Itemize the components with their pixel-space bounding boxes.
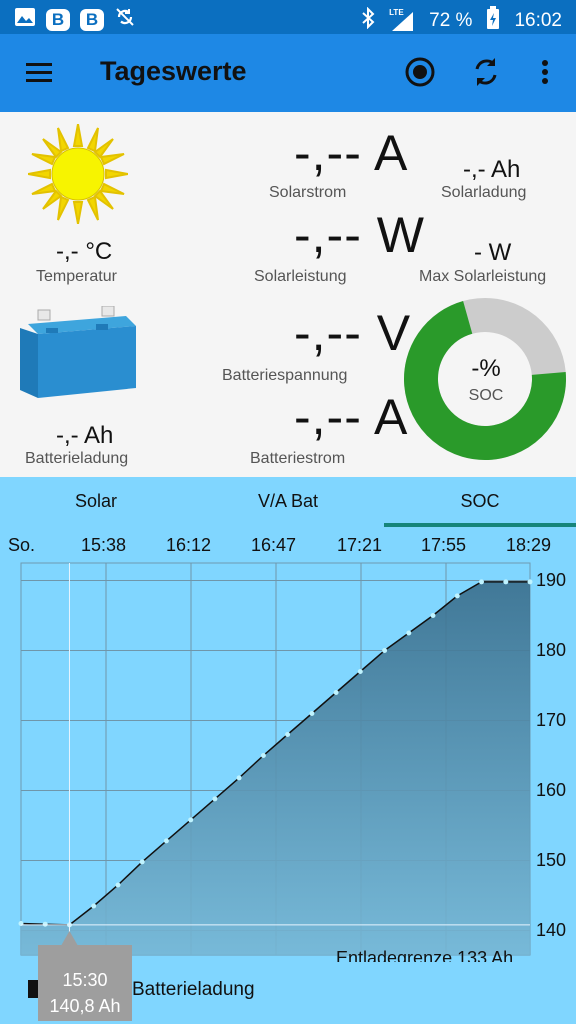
tab-soc[interactable]: SOC: [384, 491, 576, 512]
data-point: [115, 882, 121, 888]
data-point: [139, 859, 145, 865]
discharge-limit-label: Entladegrenze 133 Ah: [336, 948, 514, 962]
chart-tabs: Solar V/A Bat SOC: [0, 477, 576, 527]
data-point: [430, 613, 436, 618]
data-point: [236, 775, 242, 781]
data-point: [357, 669, 363, 674]
menu-icon[interactable]: [22, 54, 58, 90]
tooltip-value: 140,8 Ah: [49, 996, 121, 1016]
record-icon[interactable]: [402, 54, 438, 90]
data-point: [212, 796, 218, 802]
battery-current-value: -,-- A: [294, 389, 409, 445]
y-tick-label: 160: [536, 779, 567, 800]
refresh-icon[interactable]: [468, 54, 504, 90]
temperature-value: -,- °C: [56, 238, 113, 265]
battery-charge-label: Batterieladung: [25, 450, 129, 467]
signal-icon: LTE: [389, 8, 415, 32]
y-tick-label: 150: [536, 849, 567, 870]
chart-tooltip: 15:30 140,8 Ah: [38, 945, 132, 1021]
battery-charge-value: -,- Ah: [56, 422, 114, 449]
battery-current-label: Batteriestrom: [250, 450, 346, 467]
more-options-icon[interactable]: [527, 54, 563, 90]
data-point: [454, 593, 460, 599]
max-solar-power-label: Max Solarleistung: [419, 268, 547, 285]
solar-charge-label: Solarladung: [441, 184, 527, 201]
solar-power-value: -,-- W: [294, 207, 425, 263]
values-panel: -,- °C Temperatur -,- Ah Batterieladung …: [0, 112, 576, 477]
battery-voltage-value: -,-- V: [294, 305, 412, 361]
tooltip-time: 15:30: [62, 970, 108, 990]
data-point: [382, 648, 388, 653]
y-tick-label: 170: [536, 709, 567, 730]
data-point: [91, 903, 97, 909]
sun-icon: [27, 123, 129, 229]
soc-label: SOC: [468, 387, 504, 404]
data-point: [309, 711, 315, 716]
clock: 16:02: [514, 10, 562, 31]
sync-off-icon: [114, 6, 136, 33]
data-point: [260, 753, 266, 758]
solar-charge-value: -,- Ah: [463, 156, 521, 183]
solar-current-value: -,-- A: [294, 125, 409, 181]
data-point: [406, 630, 412, 636]
y-tick-label: 180: [536, 639, 567, 660]
battery-voltage-label: Batteriespannung: [222, 367, 348, 384]
soc-value: -%: [471, 355, 501, 382]
data-point: [188, 817, 194, 823]
solar-power-label: Solarleistung: [254, 268, 347, 285]
legend-label: Batterieladung: [132, 979, 255, 1000]
data-point: [163, 838, 169, 844]
battery-percent: 72 %: [429, 10, 473, 31]
tab-solar[interactable]: Solar: [0, 491, 192, 512]
battery-icon: [18, 305, 138, 407]
battery-charging-icon: [486, 6, 500, 36]
b-notification-icon-2: B: [80, 8, 104, 31]
b-notification-icon: B: [46, 8, 70, 31]
data-point: [479, 579, 484, 585]
solar-current-label: Solarstrom: [269, 184, 347, 201]
data-point: [285, 732, 291, 737]
y-tick-label: 140: [536, 919, 567, 940]
data-point: [503, 579, 509, 585]
max-solar-power-value: - W: [474, 239, 512, 266]
y-tick-label: 190: [536, 569, 567, 590]
bluetooth-icon: [361, 6, 375, 35]
data-point: [42, 921, 48, 927]
status-bar: B B LTE 72 % 16:02: [0, 0, 576, 34]
app-bar: Tageswerte: [0, 34, 576, 112]
image-notification-icon: [14, 7, 36, 32]
page-title: Tageswerte: [100, 56, 247, 86]
data-point: [527, 579, 533, 585]
tab-va-bat[interactable]: V/A Bat: [192, 491, 384, 512]
temperature-label: Temperatur: [36, 268, 117, 285]
data-point: [333, 690, 339, 695]
